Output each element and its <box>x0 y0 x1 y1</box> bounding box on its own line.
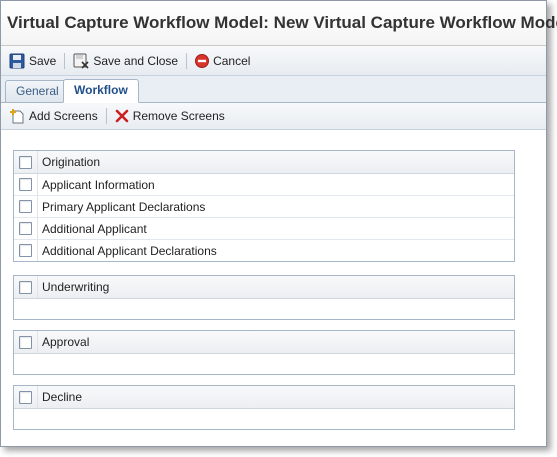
screen-name: Additional Applicant Declarations <box>42 243 217 258</box>
tab-strip: General Workflow <box>1 76 546 103</box>
checkbox-cell <box>14 218 38 239</box>
save-button[interactable]: Save <box>5 50 60 72</box>
screen-row: Additional Applicant <box>14 218 514 240</box>
add-screens-label: Add Screens <box>29 109 98 123</box>
group-checkbox[interactable] <box>19 335 32 349</box>
checkbox-cell <box>14 174 38 195</box>
group-header: Underwriting <box>14 276 514 299</box>
empty-screen-list <box>14 354 514 374</box>
group-name: Decline <box>42 390 83 404</box>
group-name: Origination <box>42 155 101 169</box>
screen-checkbox[interactable] <box>19 200 32 213</box>
screen-row: Primary Applicant Declarations <box>14 196 514 218</box>
empty-screen-list <box>14 409 514 429</box>
checkbox-cell <box>14 331 38 353</box>
screen-checkbox[interactable] <box>19 222 32 235</box>
screen-row: Applicant Information <box>14 174 514 196</box>
red-x-icon <box>115 109 129 123</box>
save-and-close-label: Save and Close <box>93 53 179 68</box>
toolbar-separator <box>105 108 107 124</box>
toolbar-separator <box>64 52 66 69</box>
group-name: Underwriting <box>42 280 110 294</box>
cancel-label: Cancel <box>213 53 251 68</box>
screen-checkbox[interactable] <box>19 178 32 191</box>
dialog-window: Virtual Capture Workflow Model: New Virt… <box>0 0 557 447</box>
checkbox-cell <box>14 240 38 261</box>
screen-checkbox[interactable] <box>19 244 32 257</box>
checkbox-cell <box>14 151 38 173</box>
group-header: Approval <box>14 331 514 354</box>
add-page-icon <box>9 108 25 124</box>
screen-row: Additional Applicant Declarations <box>14 240 514 261</box>
group-name: Approval <box>42 335 90 349</box>
group-panel-approval: Approval <box>13 330 515 375</box>
group-header: Origination <box>14 151 514 174</box>
save-close-icon <box>73 53 89 69</box>
main-toolbar: Save Save and Close Cancel <box>1 46 546 76</box>
screen-name: Additional Applicant <box>42 221 147 236</box>
toolbar-separator <box>186 52 188 69</box>
group-checkbox[interactable] <box>19 390 32 404</box>
remove-screens-button[interactable]: Remove Screens <box>111 105 229 127</box>
group-checkbox[interactable] <box>19 155 32 169</box>
cancel-icon <box>195 53 210 68</box>
cancel-button[interactable]: Cancel <box>191 50 254 72</box>
group-header: Decline <box>14 386 514 409</box>
window-title: Virtual Capture Workflow Model: New Virt… <box>1 1 557 46</box>
add-screens-button[interactable]: Add Screens <box>5 105 102 127</box>
remove-screens-label: Remove Screens <box>132 109 225 123</box>
checkbox-cell <box>14 386 38 408</box>
save-button-label: Save <box>29 53 57 68</box>
floppy-disk-icon <box>9 53 25 69</box>
group-panel-origination: Origination Applicant Information Primar… <box>13 150 515 262</box>
checkbox-cell <box>14 276 38 298</box>
save-and-close-button[interactable]: Save and Close <box>69 50 182 72</box>
screen-name: Applicant Information <box>42 177 155 192</box>
empty-screen-list <box>14 299 514 319</box>
group-checkbox[interactable] <box>19 280 32 294</box>
group-panel-decline: Decline <box>13 385 515 430</box>
tab-general[interactable]: General <box>5 80 70 103</box>
tab-workflow[interactable]: Workflow <box>63 79 139 103</box>
screen-name: Primary Applicant Declarations <box>42 199 206 214</box>
workflow-toolbar: Add Screens Remove Screens <box>1 103 546 130</box>
group-panel-underwriting: Underwriting <box>13 275 515 320</box>
checkbox-cell <box>14 196 38 217</box>
